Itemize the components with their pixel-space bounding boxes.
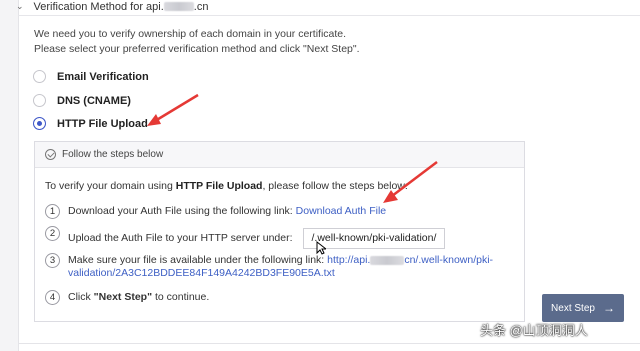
step-1: 1 Download your Auth File using the foll… <box>45 204 386 219</box>
download-auth-file-link[interactable]: Download Auth File <box>296 205 386 217</box>
chevron-down-icon[interactable]: ⌄ <box>16 1 24 12</box>
section-title: Verification Method for api. .cn <box>33 0 209 13</box>
step-number: 4 <box>45 290 60 305</box>
check-circle-icon <box>45 149 56 160</box>
step-4: 4 Click "Next Step" to continue. <box>45 290 209 305</box>
intro-line-1: We need you to verify ownership of each … <box>34 28 347 40</box>
section-divider <box>18 15 640 16</box>
method-http[interactable]: HTTP File Upload <box>33 117 148 130</box>
step-3: 3 Make sure your file is available under… <box>45 253 493 280</box>
steps-description: To verify your domain using HTTP File Up… <box>45 180 408 192</box>
method-dns[interactable]: DNS (CNAME) <box>33 94 131 107</box>
method-http-label: HTTP File Upload <box>57 117 148 130</box>
section-header[interactable]: ⌄ Verification Method for api. .cn <box>16 0 209 13</box>
radio-dns[interactable] <box>33 94 46 107</box>
step-number: 2 <box>45 226 60 241</box>
next-step-label: Next Step <box>551 302 595 314</box>
step-number: 1 <box>45 204 60 219</box>
footer-divider <box>18 343 640 344</box>
steps-box: Follow the steps below To verify your do… <box>34 141 525 322</box>
arrow-right-icon: → <box>602 301 615 315</box>
method-dns-label: DNS (CNAME) <box>57 94 131 107</box>
intro-line-2: Please select your preferred verificatio… <box>34 43 360 55</box>
step-number: 3 <box>45 253 60 268</box>
intro-text: We need you to verify ownership of each … <box>34 27 360 57</box>
mouse-cursor-icon <box>316 241 326 255</box>
radio-http[interactable] <box>33 117 46 130</box>
radio-email[interactable] <box>33 70 46 83</box>
watermark: 头条 @山顶洞洞人 <box>480 323 588 338</box>
method-email-label: Email Verification <box>57 70 149 83</box>
step-2: 2 Upload the Auth File to your HTTP serv… <box>45 226 446 249</box>
next-step-button[interactable]: Next Step → <box>542 294 624 322</box>
redacted-domain <box>163 2 194 12</box>
method-email[interactable]: Email Verification <box>33 70 149 83</box>
steps-header-label: Follow the steps below <box>62 149 164 160</box>
steps-header: Follow the steps below <box>35 142 524 168</box>
